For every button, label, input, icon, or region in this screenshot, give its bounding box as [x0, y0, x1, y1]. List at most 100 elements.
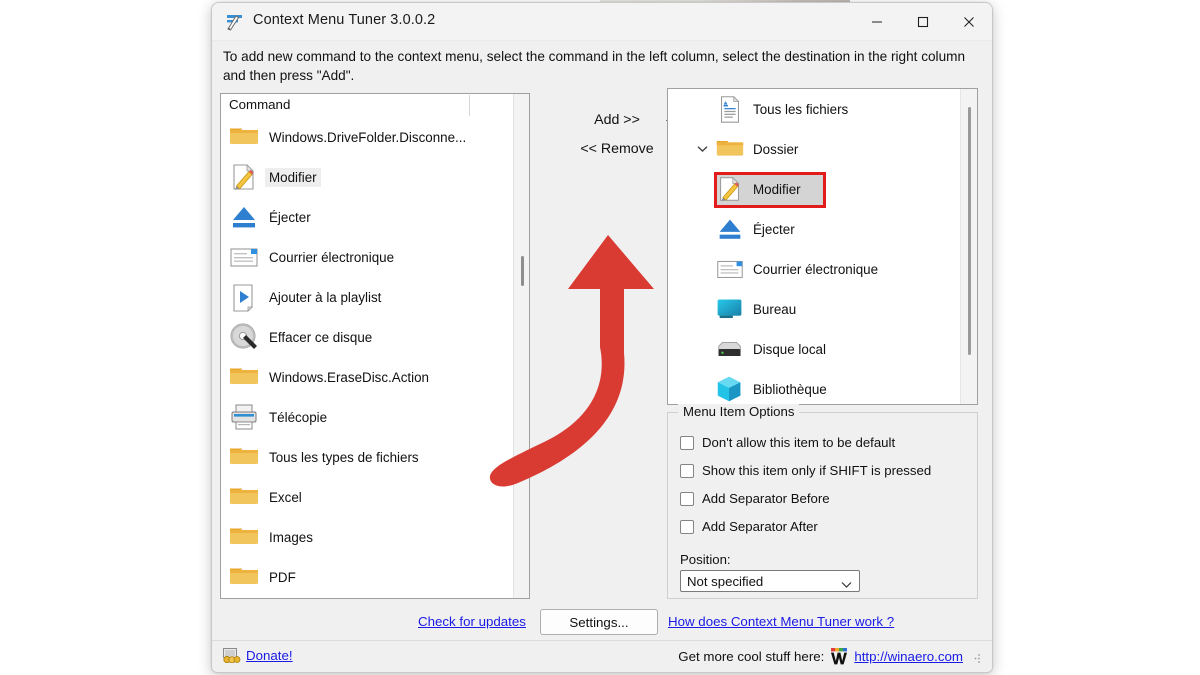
- destination-tree-item[interactable]: Bibliothèque: [668, 369, 977, 404]
- add-button[interactable]: Add >>: [594, 112, 640, 128]
- eject-icon: [714, 213, 746, 245]
- destination-tree-item-label: Tous les fichiers: [753, 101, 849, 117]
- destination-tree-item[interactable]: Éjecter: [668, 209, 977, 249]
- window-controls: [854, 3, 992, 41]
- destination-tree-item[interactable]: Disque local: [668, 329, 977, 369]
- winaero-w-logo: [830, 648, 849, 665]
- command-list-item-label: Excel: [269, 489, 302, 505]
- winaero-url-link[interactable]: http://winaero.com: [854, 649, 963, 664]
- destination-tree-scrollbar[interactable]: [960, 89, 977, 404]
- how-it-works-link[interactable]: How does Context Menu Tuner work ?: [668, 614, 894, 629]
- title-bar: Context Menu Tuner 3.0.0.2: [212, 3, 992, 41]
- command-list-item-label: PDF: [269, 569, 296, 585]
- command-list-item[interactable]: Excel: [221, 477, 529, 517]
- command-list-item[interactable]: Modifier: [221, 157, 529, 197]
- more-stuff-area: Get more cool stuff here: http://winaero…: [678, 648, 982, 665]
- destination-tree-item[interactable]: A Tous les fichiers: [668, 89, 977, 129]
- destination-tree-item-label: Courrier électronique: [753, 261, 879, 277]
- minimize-button[interactable]: [854, 3, 900, 41]
- column-separator[interactable]: [469, 95, 470, 116]
- folder-icon: [227, 360, 261, 394]
- destination-tree-item-label: Modifier: [753, 181, 801, 197]
- mail-icon: [227, 240, 261, 274]
- option-checkbox-row[interactable]: Add Separator After: [680, 519, 818, 534]
- library-icon: [714, 373, 746, 404]
- printer-icon: [227, 400, 261, 434]
- app-window: Context Menu Tuner 3.0.0.2 To add new co…: [211, 2, 993, 673]
- checkbox-label: Show this item only if SHIFT is pressed: [702, 463, 932, 478]
- menu-item-options-group: Menu Item Options Don't allow this item …: [667, 404, 978, 599]
- folder-icon: [227, 120, 261, 154]
- scrollbar-thumb[interactable]: [968, 107, 971, 355]
- window-title: Context Menu Tuner 3.0.0.2: [253, 12, 436, 28]
- check-for-updates-link[interactable]: Check for updates: [418, 614, 526, 629]
- checkbox-label: Add Separator After: [702, 519, 818, 534]
- donate-link[interactable]: Donate!: [246, 648, 293, 663]
- checkbox-label: Add Separator Before: [702, 491, 830, 506]
- chevron-down-icon: [841, 577, 852, 592]
- more-stuff-text: Get more cool stuff here:: [678, 649, 825, 664]
- position-select[interactable]: Not specified: [680, 570, 860, 592]
- destination-tree-item[interactable]: Bureau: [668, 289, 977, 329]
- destination-tree-body: A Tous les fichiers Dossier Modifier Éje…: [668, 89, 977, 404]
- command-list-header: Command: [221, 94, 529, 117]
- command-list-item-label: Images: [269, 529, 313, 545]
- command-list-body: Windows.DriveFolder.Disconne... Modifier…: [221, 117, 529, 597]
- option-checkbox-row[interactable]: Add Separator Before: [680, 491, 830, 506]
- checkbox[interactable]: [680, 435, 694, 450]
- destination-tree-item-label: Bibliothèque: [753, 381, 827, 397]
- destination-tree-item[interactable]: Modifier: [668, 169, 977, 209]
- command-list-item[interactable]: Windows.EraseDisc.Action: [221, 357, 529, 397]
- destination-tree-item[interactable]: Courrier électronique: [668, 249, 977, 289]
- destination-tree-item[interactable]: Dossier: [668, 129, 977, 169]
- disc-erase-icon: [227, 320, 261, 354]
- scrollbar-thumb[interactable]: [521, 256, 524, 286]
- donate-area[interactable]: Donate!: [223, 648, 293, 664]
- play-document-icon: [227, 280, 261, 314]
- command-list-item[interactable]: Tous les types de fichiers: [221, 437, 529, 477]
- edit-document-icon: [227, 160, 261, 194]
- command-list-item[interactable]: Éjecter: [221, 197, 529, 237]
- command-list-item[interactable]: Courrier électronique: [221, 237, 529, 277]
- money-icon: [223, 648, 241, 664]
- text-document-icon: A: [714, 93, 746, 125]
- eject-icon: [227, 200, 261, 234]
- status-bar: Donate! Get more cool stuff here: http:/…: [212, 640, 992, 672]
- chevron-down-icon[interactable]: [690, 142, 714, 156]
- command-list[interactable]: Command Windows.DriveFolder.Disconne... …: [220, 93, 530, 599]
- destination-tree[interactable]: A Tous les fichiers Dossier Modifier Éje…: [667, 88, 978, 405]
- command-list-item-label: Windows.DriveFolder.Disconne...: [269, 129, 467, 145]
- harddisk-icon: [714, 333, 746, 365]
- close-button[interactable]: [946, 3, 992, 41]
- settings-button-label: Settings...: [569, 614, 629, 630]
- option-checkbox-row[interactable]: Show this item only if SHIFT is pressed: [680, 463, 931, 478]
- checkbox[interactable]: [680, 519, 694, 534]
- checkbox[interactable]: [680, 491, 694, 506]
- command-list-item[interactable]: Ajouter à la playlist: [221, 277, 529, 317]
- folder-icon: [227, 440, 261, 474]
- folder-icon: [227, 520, 261, 554]
- mail-icon: [714, 253, 746, 285]
- command-list-item[interactable]: Télécopie: [221, 397, 529, 437]
- instruction-text: To add new command to the context menu, …: [223, 49, 966, 83]
- option-checkbox-row[interactable]: Don't allow this item to be default: [680, 435, 895, 450]
- checkbox-label: Don't allow this item to be default: [702, 435, 896, 450]
- command-list-item[interactable]: Effacer ce disque: [221, 317, 529, 357]
- folder-icon: [227, 480, 261, 514]
- command-list-item[interactable]: PDF: [221, 557, 529, 597]
- checkbox[interactable]: [680, 463, 694, 478]
- destination-tree-item-label: Bureau: [753, 301, 797, 317]
- maximize-button[interactable]: [900, 3, 946, 41]
- desktop-icon: [714, 293, 746, 325]
- position-value: Not specified: [687, 573, 764, 589]
- app-icon: [225, 12, 245, 32]
- command-list-item-label: Courrier électronique: [269, 249, 395, 265]
- settings-button[interactable]: Settings...: [540, 609, 658, 635]
- command-list-item[interactable]: Windows.DriveFolder.Disconne...: [221, 117, 529, 157]
- command-list-scrollbar[interactable]: [513, 94, 529, 598]
- screen: Context Menu Tuner 3.0.0.2 To add new co…: [0, 0, 1200, 675]
- position-label: Position:: [680, 552, 731, 567]
- destination-tree-item-label: Éjecter: [753, 221, 795, 237]
- resize-grip[interactable]: [970, 651, 982, 663]
- command-list-item[interactable]: Images: [221, 517, 529, 557]
